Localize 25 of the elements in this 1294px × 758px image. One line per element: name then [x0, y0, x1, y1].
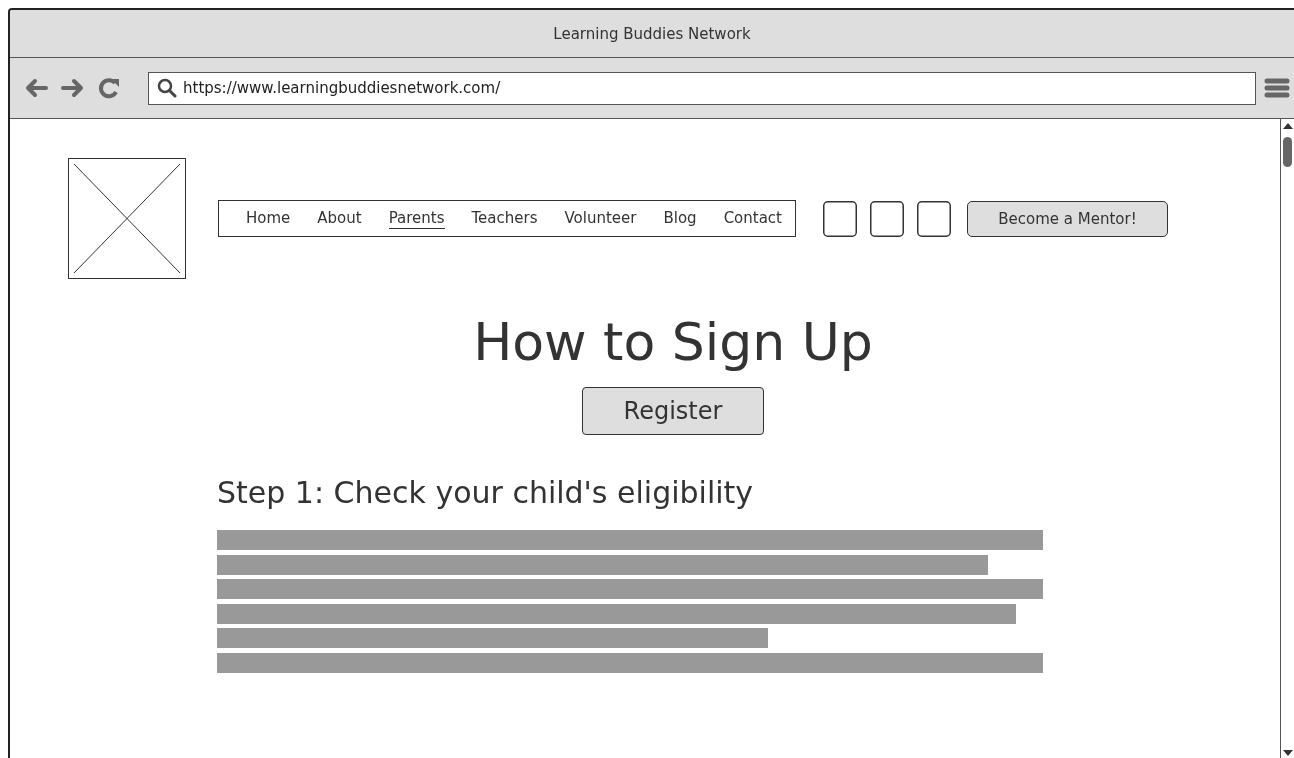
nav-link[interactable]: Teachers [471, 208, 538, 229]
mentor-button[interactable]: Become a Mentor! [967, 200, 1168, 237]
back-icon[interactable] [24, 78, 48, 98]
nav-link[interactable]: Blog [663, 208, 697, 229]
nav-link[interactable]: Contact [723, 208, 782, 229]
nav-link[interactable]: About [317, 208, 362, 229]
address-field[interactable]: https://www.learningbuddiesnetwork.com/ [148, 71, 1256, 105]
nav-link[interactable]: Home [246, 208, 291, 229]
register-button[interactable]: Register [582, 387, 764, 435]
forward-icon[interactable] [61, 78, 85, 98]
scroll-up-icon[interactable] [1282, 123, 1293, 129]
page-heading: How to Sign Up [472, 311, 874, 374]
scroll-down-icon[interactable] [1282, 750, 1293, 756]
nav-link[interactable]: Parents [388, 208, 445, 229]
step-heading: Step 1: Check your child's eligibility [217, 474, 755, 512]
square-icon[interactable] [823, 200, 857, 237]
menu-icon[interactable] [1264, 77, 1290, 99]
square-icon[interactable] [870, 200, 904, 237]
nav-link[interactable]: Volunteer [564, 208, 637, 229]
window-title: Learning Buddies Network [553, 24, 751, 43]
scroll-thumb[interactable] [1283, 137, 1292, 167]
reload-icon[interactable] [98, 77, 120, 99]
search-icon [157, 78, 177, 98]
scrollbar[interactable] [1280, 119, 1294, 758]
square-icon[interactable] [917, 200, 951, 237]
